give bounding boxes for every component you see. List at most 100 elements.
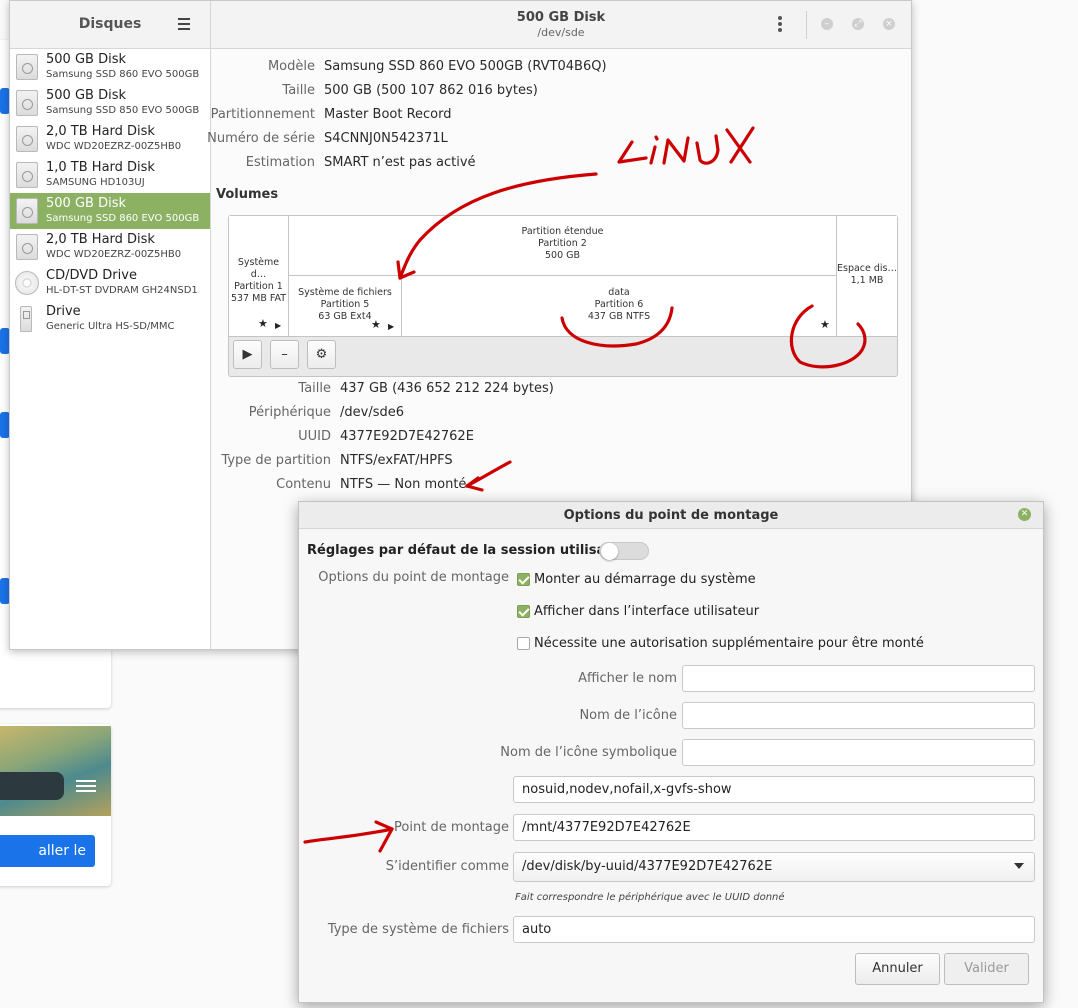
mount-options-field[interactable]: nosuid,nodev,nofail,x-gvfs-show (513, 776, 1035, 803)
chevron-down-icon (1014, 863, 1024, 869)
toggle-knob (601, 543, 618, 560)
display-name-field[interactable] (682, 665, 1035, 692)
sidebar-item-disk-5-selected[interactable]: 500 GB Disk Samsung SSD 860 EVO 500GB (10, 193, 210, 229)
disk-name: 2,0 TB Hard Disk (46, 232, 155, 247)
uuid-label: UUID (298, 429, 331, 444)
serial-label: Numéro de série (207, 131, 315, 146)
uuid-value: 4377E92D7E42762E (340, 429, 474, 444)
partition-1[interactable]: Système d… Partition 1 537 MB FAT ★ ▶ (229, 216, 289, 336)
disk-model: Samsung SSD 850 EVO 500GB (46, 105, 200, 116)
sidebar-item-drive[interactable]: Drive Generic Ultra HS-SD/MMC (10, 301, 210, 337)
display-name-label: Afficher le nom (578, 671, 677, 686)
partition-5[interactable]: Système de fichiers Partition 5 63 GB Ex… (289, 275, 402, 336)
assessment-label: Estimation (245, 155, 315, 170)
mount-button[interactable]: ▶ (233, 340, 262, 369)
model-label: Modèle (267, 59, 315, 74)
show-in-ui-checkbox[interactable] (517, 605, 530, 618)
hard-disk-icon (16, 90, 38, 116)
partition-size-label: Taille (298, 381, 331, 396)
background-card-bottom: aller le thème (0, 724, 111, 886)
extended-partition-number: Partition 2 (538, 238, 587, 249)
partition-type-label: Type de partition (221, 453, 331, 468)
sidebar-item-disk-1[interactable]: 500 GB Disk Samsung SSD 860 EVO 500GB (10, 49, 210, 85)
cancel-button[interactable]: Annuler (855, 953, 940, 985)
sidebar: Disques 500 GB Disk Samsung SSD 860 EVO … (10, 1, 211, 649)
icon-name-label: Nom de l’icône (579, 708, 677, 723)
free-space-size: 1,1 MB (850, 275, 884, 286)
remove-partition-button[interactable]: – (270, 340, 299, 369)
disk-name: 1,0 TB Hard Disk (46, 160, 155, 175)
background-hero-image (0, 726, 111, 816)
icon-name-field[interactable] (682, 702, 1035, 729)
kebab-menu-icon[interactable] (778, 16, 782, 34)
identify-as-dropdown[interactable]: /dev/disk/by-uuid/4377E92D7E42762E (513, 852, 1035, 882)
assessment-value: SMART n’est pas activé (324, 155, 476, 170)
hard-disk-icon (16, 198, 38, 224)
header-separator (806, 11, 807, 39)
session-defaults-label: Réglages par défaut de la session utilis… (307, 543, 636, 558)
mount-at-startup-label[interactable]: Monter au démarrage du système (534, 572, 756, 587)
hard-disk-icon (16, 54, 38, 80)
serial-value: S4CNNJ0N542371L (324, 131, 448, 146)
disk-model: Samsung SSD 860 EVO 500GB (46, 213, 200, 224)
extended-partition-type: Partition étendue (521, 226, 604, 237)
sidebar-item-disk-6[interactable]: 2,0 TB Hard Disk WDC WD20EZRZ-00Z5HB0 (10, 229, 210, 265)
hamburger-menu-icon[interactable] (178, 18, 190, 33)
optical-disc-icon (15, 271, 39, 295)
session-defaults-toggle[interactable] (599, 542, 649, 560)
partition-1-size: 537 MB FAT (230, 293, 287, 304)
free-space[interactable]: Espace dis… 1,1 MB (837, 216, 897, 336)
symbolic-icon-label: Nom de l’icône symbolique (500, 745, 677, 760)
fs-type-field[interactable]: auto (513, 916, 1035, 943)
minimize-button[interactable]: – (821, 18, 833, 30)
symbolic-icon-field[interactable] (682, 739, 1035, 766)
partition-1-number: Partition 1 (234, 281, 283, 292)
disk-name: Drive (46, 304, 81, 319)
partition-settings-button[interactable]: ⚙ (307, 340, 336, 369)
volumes-title: Volumes (216, 187, 279, 202)
background-menu-icon[interactable] (76, 777, 96, 793)
partition-6[interactable]: data Partition 6 437 GB NTFS ★ (402, 275, 837, 336)
sidebar-item-cd-dvd[interactable]: CD/DVD Drive HL-DT-ST DVDRAM GH24NSD1 (10, 265, 210, 301)
dialog-title: Options du point de montage (563, 508, 779, 523)
size-label: Taille (282, 83, 315, 98)
extended-partition[interactable]: Partition étendue Partition 2 500 GB (289, 216, 837, 276)
mount-point-field[interactable]: /mnt/4377E92D7E42762E (513, 814, 1035, 841)
sidebar-header: Disques (10, 1, 210, 49)
usb-drive-icon (20, 306, 32, 332)
mount-at-startup-checkbox[interactable] (517, 573, 530, 586)
hard-disk-icon (16, 234, 38, 260)
disk-model: Generic Ultra HS-SD/MMC (46, 321, 175, 332)
partition-5-type: Système de fichiers (298, 287, 392, 298)
mount-options-label: Options du point de montage (318, 570, 509, 585)
background-theme-button[interactable]: aller le thème (0, 835, 95, 886)
sidebar-item-disk-3[interactable]: 2,0 TB Hard Disk WDC WD20EZRZ-00Z5HB0 (10, 121, 210, 157)
hard-disk-icon (16, 126, 38, 152)
partition-6-label: data (608, 287, 630, 298)
partition-type-value: NTFS/exFAT/HPFS (340, 453, 453, 468)
show-in-ui-label[interactable]: Afficher dans l’interface utilisateur (534, 604, 759, 619)
identify-as-value: /dev/disk/by-uuid/4377E92D7E42762E (522, 859, 773, 874)
model-value: Samsung SSD 860 EVO 500GB (RVT04B6Q) (324, 59, 607, 74)
partition-5-number: Partition 5 (320, 299, 370, 310)
partition-size-value: 437 GB (436 652 212 224 bytes) (340, 381, 554, 396)
close-button[interactable]: × (883, 18, 895, 30)
disk-model: SAMSUNG HD103UJ (46, 177, 145, 188)
disk-model: HL-DT-ST DVDRAM GH24NSD1 (46, 285, 198, 296)
ok-button[interactable]: Valider (944, 953, 1029, 985)
device-value: /dev/sde6 (340, 405, 404, 420)
fs-type-label: Type de système de fichiers (327, 922, 509, 937)
disk-name: 500 GB Disk (46, 52, 126, 67)
star-icon: ★ (258, 317, 268, 330)
identify-as-label: S’identifier comme (385, 859, 509, 874)
sidebar-item-disk-2[interactable]: 500 GB Disk Samsung SSD 850 EVO 500GB (10, 85, 210, 121)
require-auth-label[interactable]: Nécessite une autorisation supplémentair… (534, 636, 924, 651)
require-auth-checkbox[interactable] (517, 637, 530, 650)
maximize-button[interactable]: ⤢ (852, 18, 864, 30)
star-icon: ★ (820, 318, 830, 331)
partition-5-size: 63 GB Ext4 (318, 311, 372, 322)
play-icon: ▶ (388, 322, 395, 331)
sidebar-item-disk-4[interactable]: 1,0 TB Hard Disk SAMSUNG HD103UJ (10, 157, 210, 193)
dialog-close-icon[interactable]: ✕ (1018, 508, 1031, 521)
partition-1-type: Système d… (237, 257, 280, 280)
